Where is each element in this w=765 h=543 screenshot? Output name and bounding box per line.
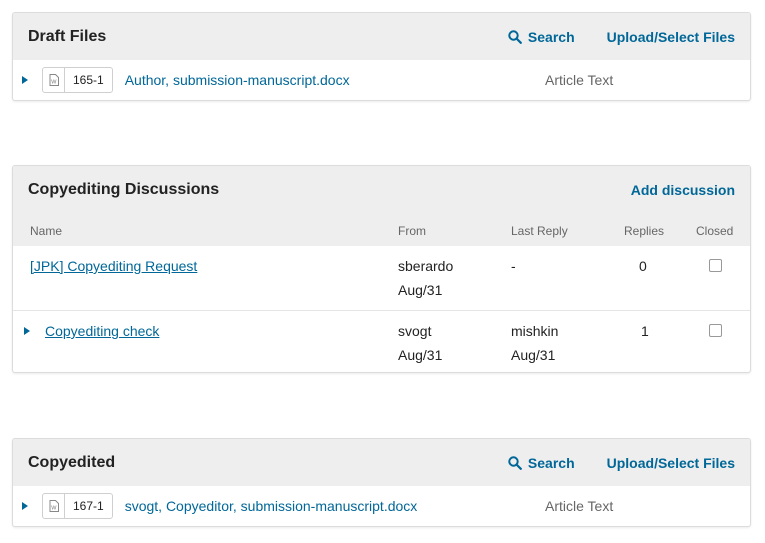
word-document-icon: W xyxy=(43,494,65,518)
file-genre: Article Text xyxy=(545,498,614,514)
copyedited-header: Copyedited Search Upload/Select Files xyxy=(13,439,750,486)
from-user: sberardo xyxy=(398,258,454,274)
discussions-title: Copyediting Discussions xyxy=(28,180,220,198)
draft-files-panel: Draft Files Search Upload/Select Files W… xyxy=(12,12,751,101)
closed-checkbox[interactable] xyxy=(709,259,722,272)
file-row: W 167-1 svogt, Copyeditor, submission-ma… xyxy=(13,486,750,526)
last-reply-cell: mishkin Aug/31 xyxy=(511,319,558,367)
col-from: From xyxy=(398,224,426,238)
file-row: W 165-1 Author, submission-manuscript.do… xyxy=(13,60,750,100)
discussion-link[interactable]: [JPK] Copyediting Request xyxy=(30,258,197,274)
copyediting-discussions-panel: Copyediting Discussions Add discussion N… xyxy=(12,165,751,373)
discussions-header: Copyediting Discussions Add discussion xyxy=(13,166,750,213)
svg-text:W: W xyxy=(51,80,57,86)
replies-count: 0 xyxy=(639,258,647,274)
word-document-icon: W xyxy=(43,68,65,92)
from-user: svogt xyxy=(398,323,432,339)
draft-files-header: Draft Files Search Upload/Select Files xyxy=(13,13,750,60)
discussion-link[interactable]: Copyediting check xyxy=(45,323,159,339)
col-name: Name xyxy=(30,224,63,238)
file-id-badge: W 167-1 xyxy=(42,493,113,519)
file-genre: Article Text xyxy=(545,72,614,88)
col-closed: Closed xyxy=(696,224,734,238)
search-icon xyxy=(508,455,522,470)
from-date: Aug/31 xyxy=(398,347,443,363)
copyedited-title: Copyedited xyxy=(28,453,116,471)
discussion-row: Copyediting check svogt Aug/31 mishkin A… xyxy=(13,310,750,372)
file-link[interactable]: svogt, Copyeditor, submission-manuscript… xyxy=(125,498,418,514)
last-reply-user: - xyxy=(511,258,516,274)
add-discussion-button[interactable]: Add discussion xyxy=(631,182,735,198)
file-id-badge: W 165-1 xyxy=(42,67,113,93)
file-id: 165-1 xyxy=(73,73,104,87)
from-cell: sberardo Aug/31 xyxy=(398,254,453,302)
search-icon xyxy=(508,29,522,44)
copyedited-search-label: Search xyxy=(527,454,575,471)
expand-row-icon[interactable] xyxy=(22,502,28,510)
expand-row-icon[interactable] xyxy=(24,327,30,335)
replies-count: 1 xyxy=(641,323,649,339)
file-id: 167-1 xyxy=(73,499,104,513)
copyedited-search-button[interactable]: Search xyxy=(508,455,575,471)
col-replies: Replies xyxy=(624,224,665,238)
draft-files-upload-button[interactable]: Upload/Select Files xyxy=(607,29,735,45)
draft-files-search-button[interactable]: Search xyxy=(508,29,575,45)
copyedited-upload-button[interactable]: Upload/Select Files xyxy=(607,455,735,471)
draft-files-search-label: Search xyxy=(527,28,575,45)
draft-files-title: Draft Files xyxy=(28,27,107,45)
from-date: Aug/31 xyxy=(398,282,443,298)
from-cell: svogt Aug/31 xyxy=(398,319,442,367)
expand-row-icon[interactable] xyxy=(22,76,28,84)
svg-text:W: W xyxy=(51,506,57,512)
discussions-column-headers: Name From Last Reply Replies Closed xyxy=(13,213,750,246)
last-reply-date: Aug/31 xyxy=(511,347,556,363)
file-link[interactable]: Author, submission-manuscript.docx xyxy=(125,72,350,88)
closed-checkbox[interactable] xyxy=(709,324,722,337)
copyedited-panel: Copyedited Search Upload/Select Files W … xyxy=(12,438,751,527)
discussion-row: [JPK] Copyediting Request sberardo Aug/3… xyxy=(13,246,750,310)
col-last-reply: Last Reply xyxy=(511,224,568,238)
last-reply-user: mishkin xyxy=(511,323,559,339)
